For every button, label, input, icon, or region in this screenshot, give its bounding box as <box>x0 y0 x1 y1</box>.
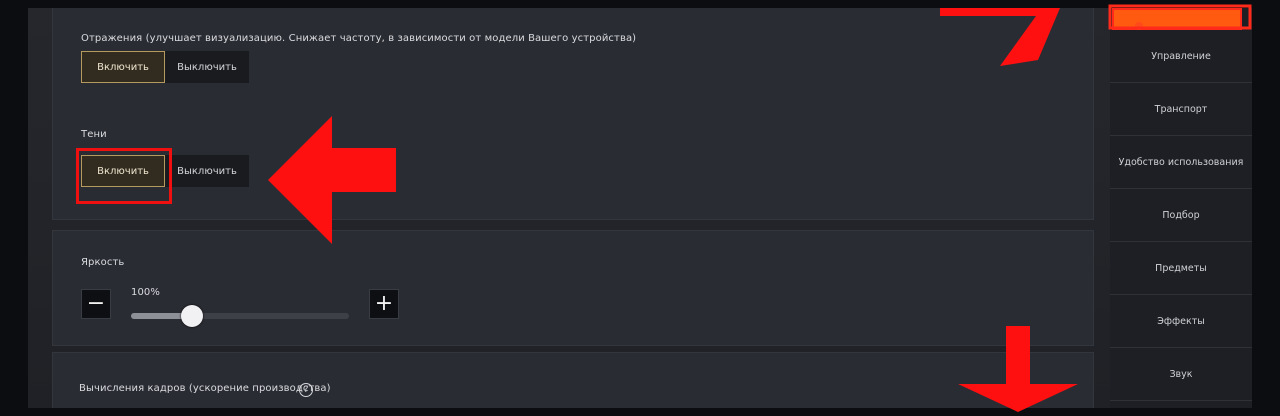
shadows-label: Тени <box>81 129 107 140</box>
graphics-settings-card: Отражения (улучшает визуализацию. Снижае… <box>52 8 1094 220</box>
sidebar-item-effects[interactable]: Эффекты <box>1110 295 1252 348</box>
sidebar-item-usability[interactable]: Удобство использования <box>1110 136 1252 189</box>
settings-main-panel: Отражения (улучшает визуализацию. Снижае… <box>28 8 1108 408</box>
shadows-off-button[interactable]: Выключить <box>165 155 249 187</box>
sidebar-item-pickup[interactable]: Подбор <box>1110 189 1252 242</box>
brightness-plus-button[interactable]: + <box>369 289 399 319</box>
reflections-on-button[interactable]: Включить <box>81 51 165 83</box>
brightness-value: 100% <box>131 287 160 298</box>
highlight-box <box>76 148 172 204</box>
sidebar-item-items[interactable]: Предметы <box>1110 242 1252 295</box>
reflections-label: Отражения (улучшает визуализацию. Снижае… <box>81 33 637 44</box>
brightness-label: Яркость <box>81 257 125 268</box>
brightness-slider-thumb[interactable] <box>181 305 204 327</box>
reflections-off-button[interactable]: Выключить <box>165 51 249 83</box>
frame-generation-label: Вычисления кадров (ускорение производств… <box>79 383 331 394</box>
brightness-slider[interactable] <box>131 305 349 327</box>
sidebar-item-active[interactable] <box>1112 8 1242 30</box>
help-icon[interactable]: ? <box>299 383 313 397</box>
sidebar-item-vehicles[interactable]: Транспорт <box>1110 83 1252 136</box>
brightness-minus-button[interactable]: − <box>81 289 111 319</box>
sidebar-item-controls[interactable]: Управление <box>1110 30 1252 83</box>
reflections-toggle: Включить Выключить <box>81 51 249 83</box>
settings-screen: Отражения (улучшает визуализацию. Снижае… <box>28 8 1252 408</box>
notification-dot <box>1135 22 1143 30</box>
frame-generation-card: Вычисления кадров (ускорение производств… <box>52 352 1094 408</box>
brightness-card: Яркость − 100% + <box>52 230 1094 346</box>
sidebar-item-audio[interactable]: Звук <box>1110 348 1252 401</box>
settings-sidebar: Управление Транспорт Удобство использова… <box>1110 8 1252 408</box>
